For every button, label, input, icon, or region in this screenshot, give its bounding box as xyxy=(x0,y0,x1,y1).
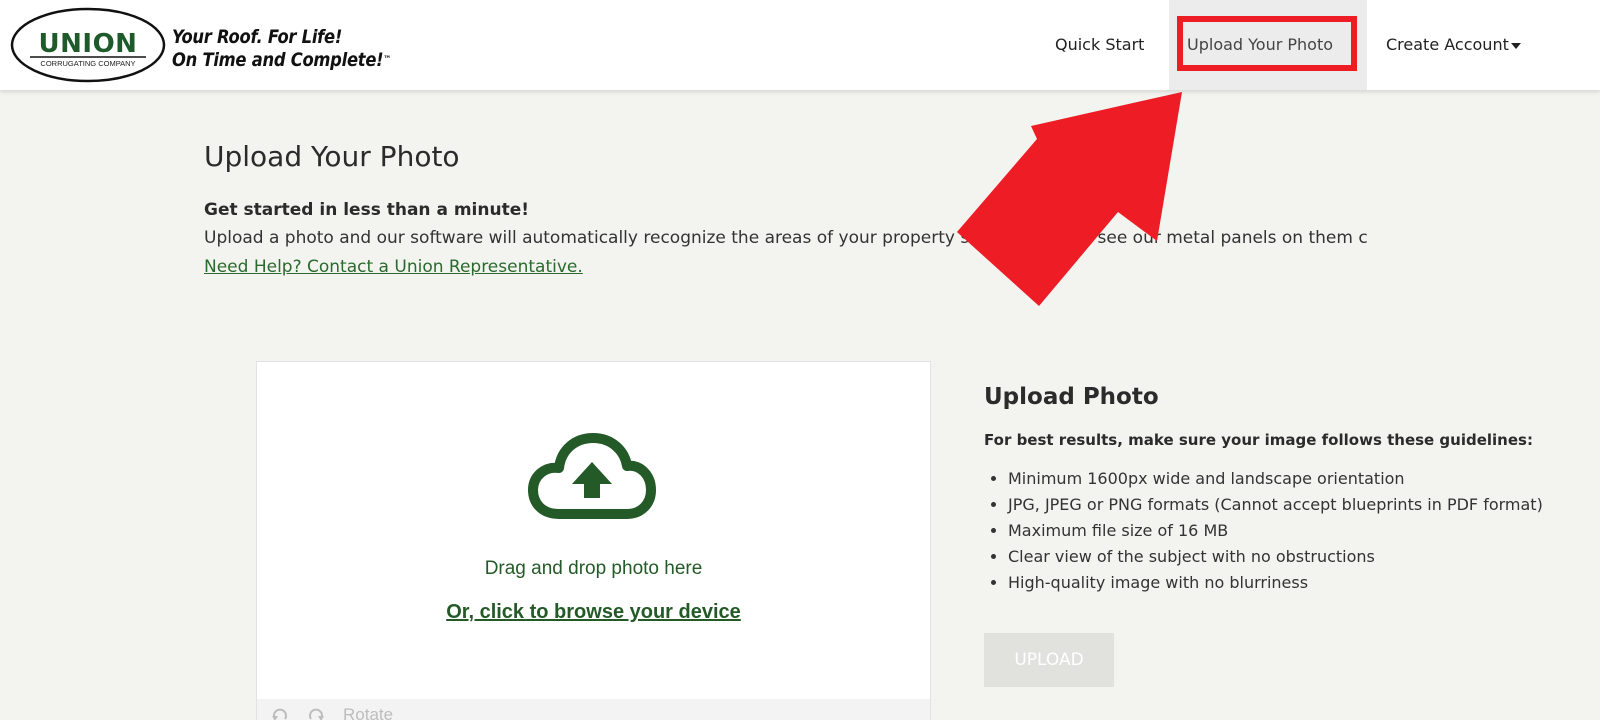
list-item: JPG, JPEG or PNG formats (Cannot accept … xyxy=(1008,492,1600,518)
list-item: Clear view of the subject with no obstru… xyxy=(1008,544,1600,570)
rotate-left-icon[interactable] xyxy=(271,707,289,720)
list-item: High-quality image with no blurriness xyxy=(1008,570,1600,596)
list-item: Minimum 1600px wide and landscape orient… xyxy=(1008,466,1600,492)
upload-button[interactable]: UPLOAD xyxy=(984,633,1114,687)
browse-device-link[interactable]: Or, click to browse your device xyxy=(257,601,930,624)
nav-create-account[interactable]: Create Account xyxy=(1386,0,1521,90)
tagline-line2: On Time and Complete! xyxy=(172,49,384,71)
guidelines-subtitle: For best results, make sure your image f… xyxy=(984,431,1533,449)
trademark-symbol: ™ xyxy=(383,55,391,65)
nav-upload-photo[interactable]: Upload Your Photo xyxy=(1169,0,1367,90)
guidelines-list: Minimum 1600px wide and landscape orient… xyxy=(984,466,1600,596)
intro-text: Upload a photo and our software will aut… xyxy=(204,228,1368,248)
help-contact-link[interactable]: Need Help? Contact a Union Representativ… xyxy=(204,257,583,277)
rotate-right-icon[interactable] xyxy=(307,707,325,720)
site-header: UNION CORRUGATING COMPANY Your Roof. For… xyxy=(0,0,1600,90)
nav-upload-photo-label: Upload Your Photo xyxy=(1187,35,1334,54)
page-title: Upload Your Photo xyxy=(204,140,460,173)
tagline-line1: Your Roof. For Life! xyxy=(172,26,343,48)
upload-panel-title: Upload Photo xyxy=(984,384,1159,410)
nav-quick-start-label: Quick Start xyxy=(1055,35,1145,54)
nav-create-account-label: Create Account xyxy=(1386,35,1509,54)
rotate-toolbar: Rotate xyxy=(257,699,930,720)
intro-heading: Get started in less than a minute! xyxy=(204,200,530,220)
tagline: Your Roof. For Life! On Time and Complet… xyxy=(172,26,391,72)
union-logo[interactable]: UNION CORRUGATING COMPANY xyxy=(10,7,166,83)
photo-dropzone[interactable]: Drag and drop photo here Or, click to br… xyxy=(256,361,931,720)
logo-subtext: CORRUGATING COMPANY xyxy=(40,59,135,68)
nav-quick-start[interactable]: Quick Start xyxy=(1055,0,1144,90)
list-item: Maximum file size of 16 MB xyxy=(1008,518,1600,544)
rotate-label: Rotate xyxy=(343,705,394,720)
drag-drop-text: Drag and drop photo here xyxy=(484,558,703,579)
caret-down-icon xyxy=(1510,42,1521,49)
cloud-upload-icon xyxy=(528,433,656,519)
logo-brand: UNION xyxy=(39,29,138,59)
